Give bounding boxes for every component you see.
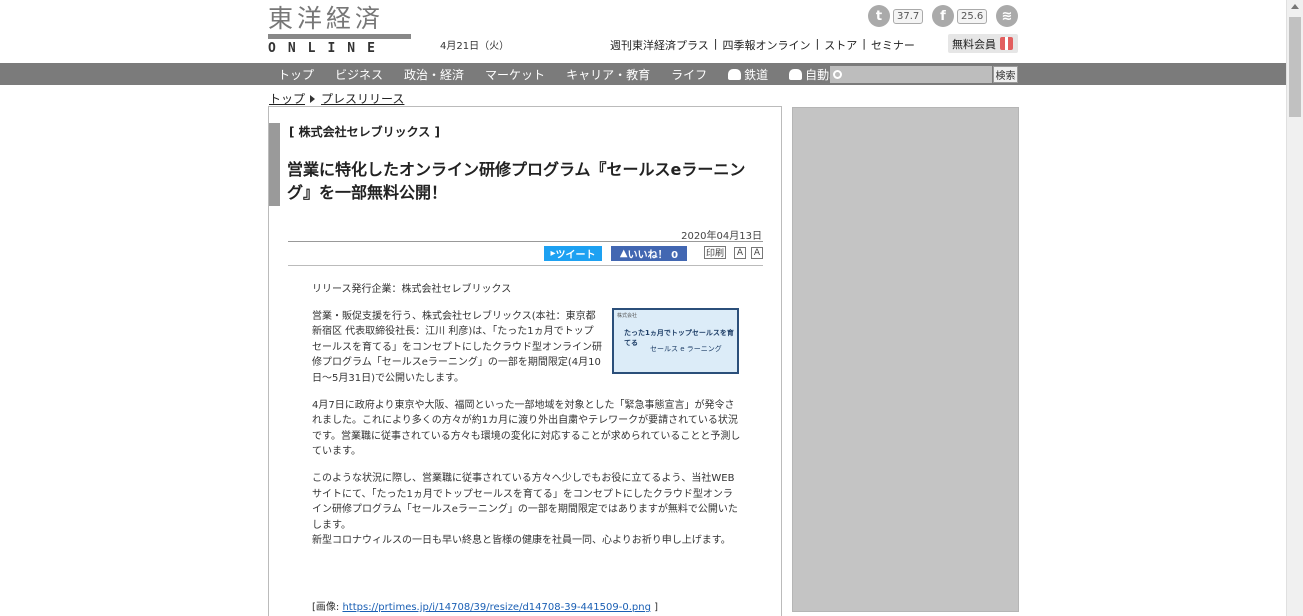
article-title: 営業に特化したオンライン研修プログラム『セールスeラーニング』を一部無料公開！ [287, 160, 746, 202]
logo-sub-text: ONLINE [268, 41, 387, 56]
free-member-button[interactable]: 無料会員 [948, 34, 1018, 53]
breadcrumb-top[interactable]: トップ [269, 90, 305, 107]
toplink-seminar[interactable]: セミナー [871, 37, 915, 53]
nav-top[interactable]: トップ [278, 66, 314, 83]
page-scrollbar[interactable] [1286, 0, 1303, 616]
toplink-shikiho[interactable]: 四季報オンライン [723, 37, 811, 53]
divider [288, 241, 763, 242]
toplink-separator: | [815, 37, 820, 50]
font-size-small-button[interactable]: A [734, 247, 746, 259]
tweet-label: ツイート [555, 250, 596, 261]
article-date: 2020年04月13日 [681, 231, 762, 242]
train-icon [728, 68, 742, 80]
facebook-icon: f [932, 5, 954, 27]
scroll-up-icon[interactable] [1291, 4, 1299, 9]
breadcrumb-arrow-icon [310, 94, 316, 103]
divider [288, 265, 763, 266]
logo-rule [268, 34, 411, 39]
nav-market[interactable]: マーケット [485, 66, 545, 83]
breadcrumb: トップ プレスリリース [269, 90, 404, 107]
header-date: 4月21日（火） [440, 41, 510, 52]
logo-main-text: 東洋経済 [268, 4, 385, 33]
image-link-line: [画像: https://prtimes.jp/i/14708/39/resiz… [312, 598, 658, 613]
image-link[interactable]: https://prtimes.jp/i/14708/39/resize/d14… [342, 602, 650, 613]
rss-icon: ≋ [996, 5, 1018, 27]
facebook-count: 25.6 [957, 8, 988, 24]
nav-railway-label: 鉄道 [744, 67, 769, 82]
tweet-button[interactable]: ▸ ツイート [544, 246, 602, 261]
sidebar-ad[interactable] [792, 107, 1019, 612]
gift-icon [1000, 37, 1013, 50]
main-nav: トップ ビジネス 政治・経済 マーケット キャリア・教育 ライフ 鉄道 自動車 … [0, 63, 1286, 85]
site-logo[interactable]: 東洋経済 ONLINE [268, 5, 411, 56]
member-label: 無料会員 [952, 37, 996, 51]
site-header: 東洋経済 ONLINE 4月21日（火） t 37.7 f 25.6 ≋ 週刊東… [0, 0, 1286, 63]
rss-link[interactable]: ≋ [996, 5, 1018, 27]
toplink-store[interactable]: ストア [824, 37, 857, 53]
article-paragraph: 営業・販促支援を行う、株式会社セレブリックス(本社：東京都新宿区 代表取締役社長… [312, 310, 602, 384]
toplink-separator: | [862, 37, 866, 50]
like-label: いいね！ 0 [627, 250, 679, 261]
car-icon [789, 68, 803, 80]
image-link-suffix: ] [650, 602, 659, 613]
share-toolbar: ▸ ツイート ▲ いいね！ 0 印刷 A A [288, 246, 763, 262]
print-button[interactable]: 印刷 [704, 246, 726, 259]
nav-railway[interactable]: 鉄道 [728, 66, 768, 83]
nav-business[interactable]: ビジネス [335, 66, 383, 83]
nav-life[interactable]: ライフ [671, 66, 707, 83]
top-links: 週刊東洋経済プラス | 四季報オンライン | ストア | セミナー [610, 37, 915, 53]
search-icon [833, 70, 842, 79]
article-body: リリース発行企業：株式会社セレブリックス 営業・販促支援を行う、株式会社セレブリ… [312, 282, 742, 560]
article: [ 株式会社セレブリックス ] 営業に特化したオンライン研修プログラム『セールス… [268, 106, 782, 616]
article-paragraph: リリース発行企業：株式会社セレブリックス [312, 284, 512, 295]
toplink-weekly-plus[interactable]: 週刊東洋経済プラス [610, 37, 709, 53]
search-button[interactable]: 検索 [993, 66, 1018, 83]
twitter-icon: t [868, 5, 890, 27]
article-paragraph: 新型コロナウィルスの一日も早い終息と皆様の健康を社員一同、心よりお祈り申し上げま… [312, 535, 731, 547]
article-paragraph: 4月7日に政府より東京や大阪、福岡といった一部地域を対象とした「緊急事態宣言」が… [312, 399, 741, 458]
title-accent-bar [269, 123, 280, 206]
image-link-prefix: [画像: [312, 602, 343, 613]
twitter-count: 37.7 [893, 8, 924, 24]
scroll-thumb[interactable] [1289, 17, 1301, 117]
nav-politics-economy[interactable]: 政治・経済 [404, 66, 464, 83]
thumbs-up-icon: ▲ [619, 248, 628, 259]
nav-career-education[interactable]: キャリア・教育 [566, 66, 650, 83]
breadcrumb-press-release[interactable]: プレスリリース [321, 90, 404, 107]
font-size-large-button[interactable]: A [751, 247, 763, 259]
toplink-separator: | [713, 37, 718, 50]
article-paragraph: このような状況に際し、営業職に従事されている方々へ少しでもお役に立てるよう、当社… [312, 472, 738, 531]
article-company: [ 株式会社セレブリックス ] [289, 125, 440, 139]
facebook-like-button[interactable]: ▲ いいね！ 0 [611, 246, 687, 261]
search-input[interactable] [830, 66, 992, 83]
facebook-share[interactable]: f 25.6 [932, 5, 988, 27]
twitter-share[interactable]: t 37.7 [868, 5, 924, 27]
